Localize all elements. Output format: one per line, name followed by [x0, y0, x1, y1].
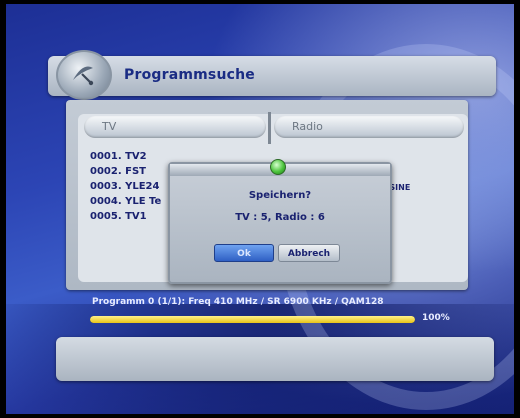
satellite-dish-icon [56, 50, 112, 100]
tv-screen: Programmsuche TV Radio 0001. TV2 0002. F… [6, 4, 514, 414]
scan-status: Programm 0 (1/1): Freq 410 MHz / SR 6900… [84, 295, 460, 331]
tab-tv[interactable]: TV [84, 116, 266, 138]
tv-channel-list: 0001. TV2 0002. FST 0003. YLE24 0004. YL… [90, 149, 161, 224]
ok-button[interactable]: Ok [214, 244, 274, 262]
save-dialog: Speichern? TV : 5, Radio : 6 Ok Abbrech [168, 159, 392, 284]
cancel-button[interactable]: Abbrech [278, 244, 340, 262]
footer-panel [56, 337, 494, 381]
list-item[interactable]: 0001. TV2 [90, 149, 161, 164]
list-item[interactable]: 0002. FST [90, 164, 161, 179]
scan-progress-percent: 100% [422, 313, 450, 323]
dialog-question: Speichern? [248, 190, 312, 201]
green-gem-icon [270, 159, 286, 175]
list-item[interactable]: 0003. YLE24 [90, 179, 161, 194]
column-divider [268, 112, 271, 144]
scan-progress-bar [90, 316, 415, 323]
scan-progress-fill [90, 316, 415, 323]
list-item[interactable]: 0005. TV1 [90, 209, 161, 224]
title-bar: Programmsuche [48, 50, 496, 100]
scan-status-text: Programm 0 (1/1): Freq 410 MHz / SR 6900… [92, 297, 384, 307]
page-title: Programmsuche [124, 67, 255, 83]
dialog-result: TV : 5, Radio : 6 [235, 212, 325, 223]
list-item[interactable]: 0004. YLE Te [90, 194, 161, 209]
tab-radio[interactable]: Radio [274, 116, 464, 138]
